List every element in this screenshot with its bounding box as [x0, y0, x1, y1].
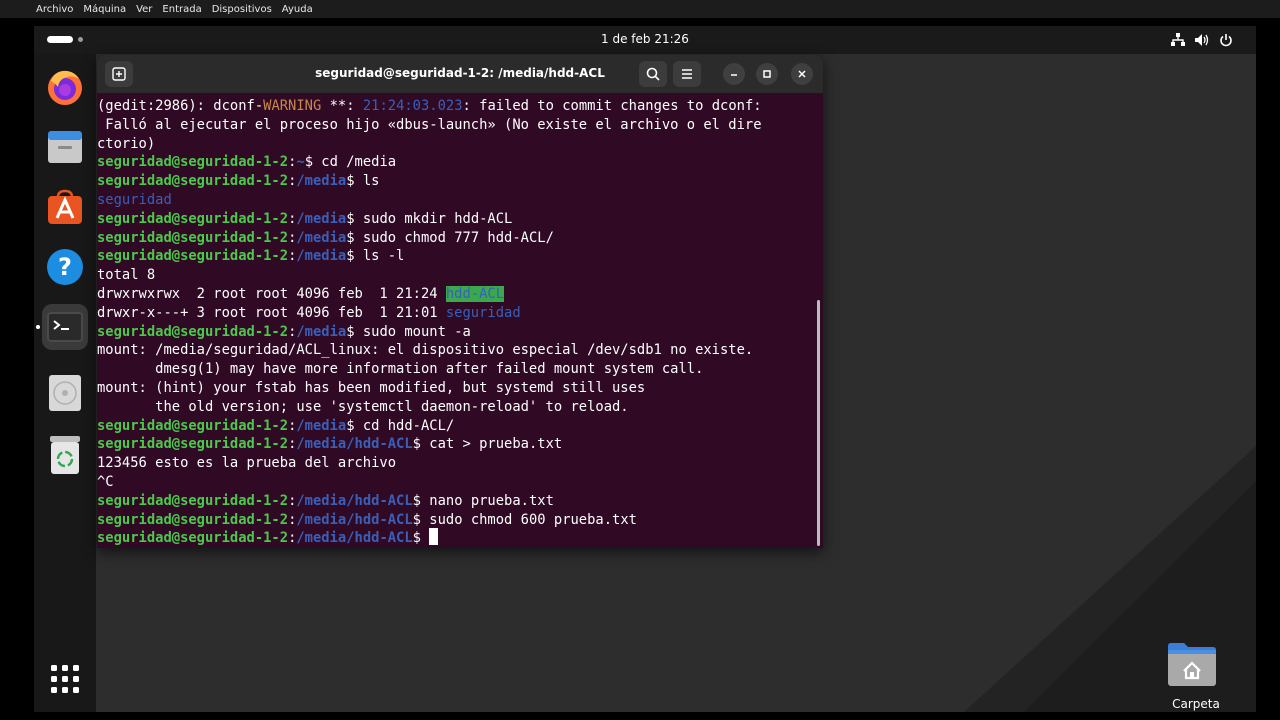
terminal-line: drwxr-x---+ 3 root root 4096 feb 1 21:01…	[97, 304, 521, 321]
show-apps-icon	[51, 665, 79, 693]
system-tray[interactable]	[1162, 32, 1234, 48]
hamburger-icon	[682, 69, 692, 79]
dock-app-center[interactable]	[42, 184, 88, 230]
terminal-line: seguridad@seguridad-1-2:/media/hdd-ACL$ …	[97, 492, 554, 509]
terminal-line: seguridad	[97, 191, 172, 208]
search-button[interactable]	[639, 61, 667, 87]
terminal-line: seguridad@seguridad-1-2:/media$ sudo mkd…	[97, 210, 513, 227]
maximize-button[interactable]	[756, 63, 778, 85]
terminal-line: Falló al ejecutar el proceso hijo «dbus-…	[97, 116, 762, 133]
top-bar: 1 de feb 21:26	[34, 26, 1256, 54]
dock: ?	[34, 54, 96, 712]
dock-firefox[interactable]	[42, 64, 88, 110]
terminal-line: seguridad@seguridad-1-2:/media$ ls -l	[97, 248, 405, 265]
menu-archivo[interactable]: Archivo	[36, 4, 73, 15]
minimize-icon	[731, 74, 737, 76]
home-folder-icon	[1168, 643, 1216, 686]
terminal-scrollbar[interactable]	[817, 300, 820, 546]
terminal-line: seguridad@seguridad-1-2:/media$ sudo chm…	[97, 229, 554, 246]
menu-maquina[interactable]: Máquina	[83, 4, 126, 15]
power-icon	[1218, 32, 1234, 48]
terminal-line: seguridad@seguridad-1-2:/media/hdd-ACL$ …	[97, 436, 563, 453]
dock-trash[interactable]	[42, 432, 88, 478]
terminal-line: dmesg(1) may have more information after…	[97, 361, 704, 378]
menu-ayuda[interactable]: Ayuda	[282, 4, 313, 15]
terminal-line: ^C	[97, 473, 114, 490]
desktop-home-folder[interactable]: Carpeta personal	[1146, 638, 1246, 712]
terminal-output[interactable]: (gedit:2986): dconf-WARNING **: 21:24:03…	[97, 93, 815, 548]
terminal-line: drwxrwxrwx 2 root root 4096 feb 1 21:24 …	[97, 285, 505, 302]
app-center-icon	[48, 189, 82, 224]
dock-terminal[interactable]	[42, 304, 88, 350]
terminal-line: seguridad@seguridad-1-2:/media$ cd hdd-A…	[97, 417, 455, 434]
dock-disc[interactable]	[42, 370, 88, 416]
files-icon	[48, 131, 82, 163]
text-cursor	[429, 528, 439, 546]
vm-menubar: Archivo Máquina Ver Entrada Dispositivos…	[0, 0, 1280, 18]
running-indicator	[36, 325, 40, 329]
maximize-icon	[763, 70, 771, 78]
svg-text:?: ?	[58, 253, 72, 281]
help-icon: ?	[47, 249, 83, 285]
volume-icon	[1194, 32, 1210, 48]
guest-screen: 1 de feb 21:26 ? seguridad@seguridad-1-2…	[34, 26, 1256, 712]
terminal-line: the old version; use 'systemctl daemon-r…	[97, 398, 629, 415]
terminal-line: mount: /media/seguridad/ACL_linux: el di…	[97, 342, 754, 359]
terminal-line: ctorio)	[97, 135, 156, 152]
clock[interactable]: 1 de feb 21:26	[34, 32, 1256, 46]
firefox-icon	[48, 70, 82, 105]
terminal-line: total 8	[97, 267, 156, 284]
terminal-line: seguridad@seguridad-1-2:/media$ ls	[97, 173, 380, 190]
close-button[interactable]	[791, 63, 813, 85]
show-apps-button[interactable]	[42, 656, 88, 702]
menu-entrada[interactable]: Entrada	[162, 4, 201, 15]
menu-button[interactable]	[673, 61, 701, 87]
terminal-line: seguridad@seguridad-1-2:/media$ sudo mou…	[97, 323, 471, 340]
home-folder-label: Carpeta personal	[1170, 697, 1222, 712]
terminal-line: seguridad@seguridad-1-2:/media/hdd-ACL$ …	[97, 511, 637, 528]
search-icon	[646, 67, 660, 81]
trash-icon	[50, 436, 80, 474]
window-title: seguridad@seguridad-1-2: /media/hdd-ACL	[315, 66, 605, 80]
terminal-window[interactable]: seguridad@seguridad-1-2: /media/hdd-ACL …	[97, 55, 823, 548]
terminal-line: 123456 esto es la prueba del archivo	[97, 455, 397, 472]
network-icon	[1170, 32, 1186, 48]
disc-icon	[49, 375, 81, 411]
terminal-line: seguridad@seguridad-1-2:~$ cd /media	[97, 154, 397, 171]
terminal-icon	[47, 312, 83, 342]
menu-dispositivos[interactable]: Dispositivos	[212, 4, 272, 15]
dock-files[interactable]	[42, 124, 88, 170]
minimize-button[interactable]	[723, 63, 745, 85]
menu-ver[interactable]: Ver	[136, 4, 152, 15]
terminal-headerbar[interactable]: seguridad@seguridad-1-2: /media/hdd-ACL	[97, 55, 823, 93]
dock-help[interactable]: ?	[42, 244, 88, 290]
close-icon	[798, 70, 806, 78]
terminal-line: (gedit:2986): dconf-WARNING **: 21:24:03…	[97, 98, 762, 114]
terminal-line: mount: (hint) your fstab has been modifi…	[97, 379, 646, 396]
terminal-prompt-line[interactable]: seguridad@seguridad-1-2:/media/hdd-ACL$	[97, 528, 815, 548]
